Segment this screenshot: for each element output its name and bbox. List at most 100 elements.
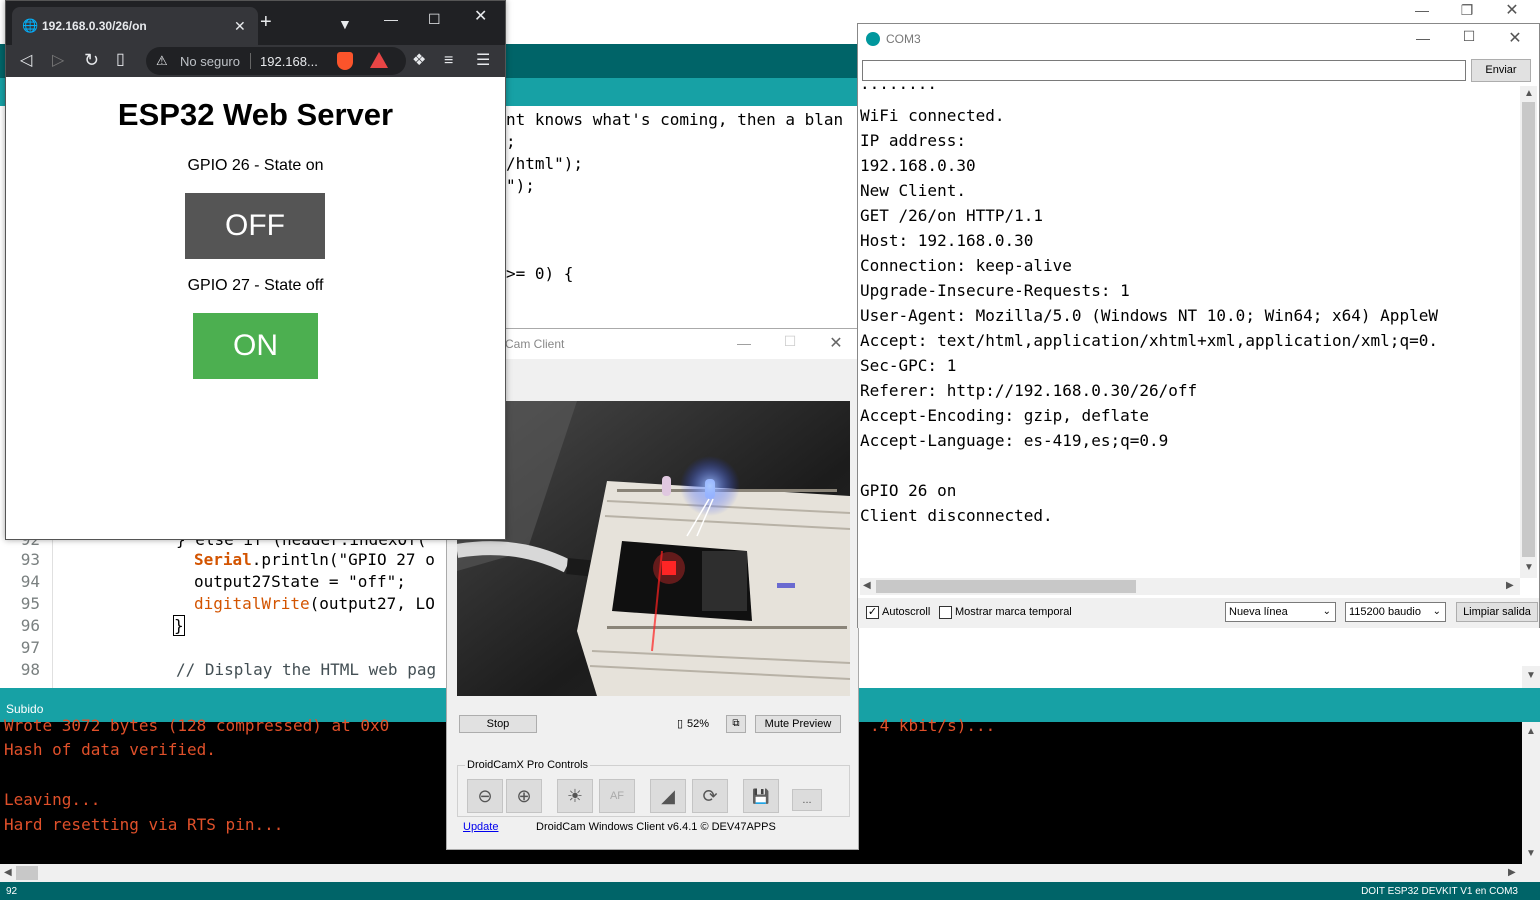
autofocus-button[interactable]: AF [599,779,635,813]
serial-line: Sec-GPC: 1 [860,356,957,375]
close-tab-icon[interactable]: ✕ [234,18,246,34]
autoscroll-checkbox[interactable]: ✓ [866,606,879,619]
droidcam-titlebar: Cam Client — ☐ ✕ [447,329,858,359]
scroll-left-icon[interactable]: ◀ [4,867,12,878]
address-bar[interactable]: ⚠ No seguro 192.168... [146,47,406,75]
maximize-icon[interactable]: ☐ [428,11,441,27]
code-keyword: digitalWrite [194,594,310,613]
code-comment: // Display the HTML web pag [176,660,437,679]
back-icon[interactable]: ◁ [20,53,32,69]
browser-titlebar: 🌐 192.168.0.30/26/on ✕ + ▼ — ☐ ✕ [6,1,505,45]
arduino-logo-icon [866,32,880,46]
serial-vertical-scrollbar[interactable]: ▲ ▼ [1520,86,1537,578]
line-number: 98 [20,660,40,679]
close-icon[interactable]: ✕ [1500,28,1530,48]
scroll-left-icon[interactable]: ◀ [863,580,871,591]
line-ending-select[interactable]: Nueva línea ⌄ [1225,602,1336,622]
close-icon[interactable]: ✕ [1497,0,1527,20]
minimize-icon[interactable]: — [1408,30,1438,46]
console-scrollbar[interactable]: ▲ ▼ [1522,722,1540,864]
mute-preview-button[interactable]: Mute Preview [755,715,841,733]
serial-line: Accept: text/html,application/xhtml+xml,… [860,331,1438,350]
code-line: digitalWrite(output27, LO [194,594,435,613]
scroll-thumb[interactable] [1522,102,1535,557]
tab-search-icon[interactable]: ▼ [338,16,352,32]
scroll-down-icon[interactable]: ▼ [1526,670,1536,681]
flip-icon[interactable]: ◢ [650,779,686,813]
scroll-thumb[interactable] [16,866,38,880]
code-keyword: Serial [194,550,252,569]
console-line: Leaving... [4,790,101,809]
new-tab-icon[interactable]: + [260,12,272,32]
droidcam-title: Cam Client [505,337,565,351]
zoom-out-icon[interactable]: ⊖ [467,779,503,813]
chevron-down-icon: ⌄ [1432,606,1441,617]
send-button[interactable]: Enviar [1471,59,1531,82]
code-fragment: ; [506,132,516,151]
serial-title: COM3 [886,32,921,46]
serial-input-field[interactable] [862,60,1466,81]
scroll-down-icon[interactable]: ▼ [1526,848,1536,859]
code-text: (output27, LO [309,594,435,613]
bookmark-icon[interactable]: ▯ [116,52,125,68]
serial-line: 192.168.0.30 [860,156,976,175]
scroll-right-icon[interactable]: ▶ [1506,580,1514,591]
jpg-save-icon[interactable]: 💾 [743,779,779,813]
web-page: ESP32 Web Server GPIO 26 - State on OFF … [6,77,505,539]
battery-level: 52% [687,718,710,730]
zoom-in-icon[interactable]: ⊕ [506,779,542,813]
console-horizontal-scrollbar[interactable]: ◀ ▶ [0,864,1540,882]
gpio26-off-button[interactable]: OFF [185,193,325,259]
gpio27-on-button[interactable]: ON [193,313,318,379]
scroll-up-icon[interactable]: ▲ [1524,88,1534,99]
code-fragment: "); [506,176,535,195]
menu-icon[interactable]: ☰ [476,53,490,69]
globe-icon: 🌐 [22,18,39,33]
close-icon[interactable]: ✕ [821,333,851,353]
scroll-up-icon[interactable]: ▲ [1526,726,1536,737]
brave-shield-icon[interactable] [337,52,353,70]
droidcam-window: Cam Client — ☐ ✕ Stop ▯ 52% ⧉ Mute Previ… [446,328,859,850]
more-button[interactable]: ... [792,789,822,811]
code-line: output27State = "off"; [194,572,406,591]
minimize-icon[interactable]: — [1407,2,1437,18]
restore-icon[interactable]: ❐ [1452,2,1482,19]
serial-horizontal-scrollbar[interactable]: ◀ ▶ [860,578,1520,595]
camera-preview-image [457,401,850,696]
fullscreen-icon[interactable]: ⧉ [726,715,746,733]
brave-rewards-icon[interactable] [370,52,388,68]
console-line: Wrote 3072 bytes (128 compressed) at 0x0 [4,716,390,735]
editor-scrollbar[interactable]: ▼ [1522,666,1540,688]
status-label: Subido [6,702,44,716]
browser-tab[interactable]: 🌐 192.168.0.30/26/on ✕ [12,7,258,45]
code-text: .println("GPIO 27 o [251,550,435,569]
serial-line: WiFi connected. [860,106,1005,125]
clear-output-button[interactable]: Limpiar salida [1456,602,1538,622]
media-icon[interactable]: ≡ [444,53,453,69]
minimize-icon[interactable]: — [384,11,398,27]
maximize-icon[interactable]: ☐ [775,333,805,350]
scroll-down-icon[interactable]: ▼ [1524,562,1534,573]
stop-button[interactable]: Stop [459,715,537,733]
serial-line: Referer: http://192.168.0.30/26/off [860,381,1198,400]
light-icon[interactable]: ☀ [557,779,593,813]
close-window-icon[interactable]: ✕ [474,9,487,25]
minimize-icon[interactable]: — [729,335,759,351]
scroll-thumb[interactable] [876,580,1136,593]
current-line-number: 92 [6,886,18,897]
timestamp-label: Mostrar marca temporal [955,606,1072,618]
scroll-right-icon[interactable]: ▶ [1508,867,1516,878]
rotate-icon[interactable]: ⟳ [692,779,728,813]
pro-controls-label: DroidCamX Pro Controls [465,759,591,771]
forward-icon[interactable]: ▷ [52,53,64,69]
code-fragment: nt knows what's coming, then a blan [506,110,844,129]
timestamp-checkbox[interactable] [939,606,952,619]
maximize-icon[interactable]: ☐ [1454,28,1484,45]
reload-icon[interactable]: ↻ [84,51,99,69]
console-line: .4 kbit/s)... [870,716,996,735]
update-link[interactable]: Update [463,821,498,833]
serial-line: Accept-Language: es-419,es;q=0.9 [860,431,1169,450]
extensions-icon[interactable]: ❖ [412,53,426,69]
baud-rate-select[interactable]: 115200 baudio ⌄ [1345,602,1446,622]
serial-line: GET /26/on HTTP/1.1 [860,206,1044,225]
